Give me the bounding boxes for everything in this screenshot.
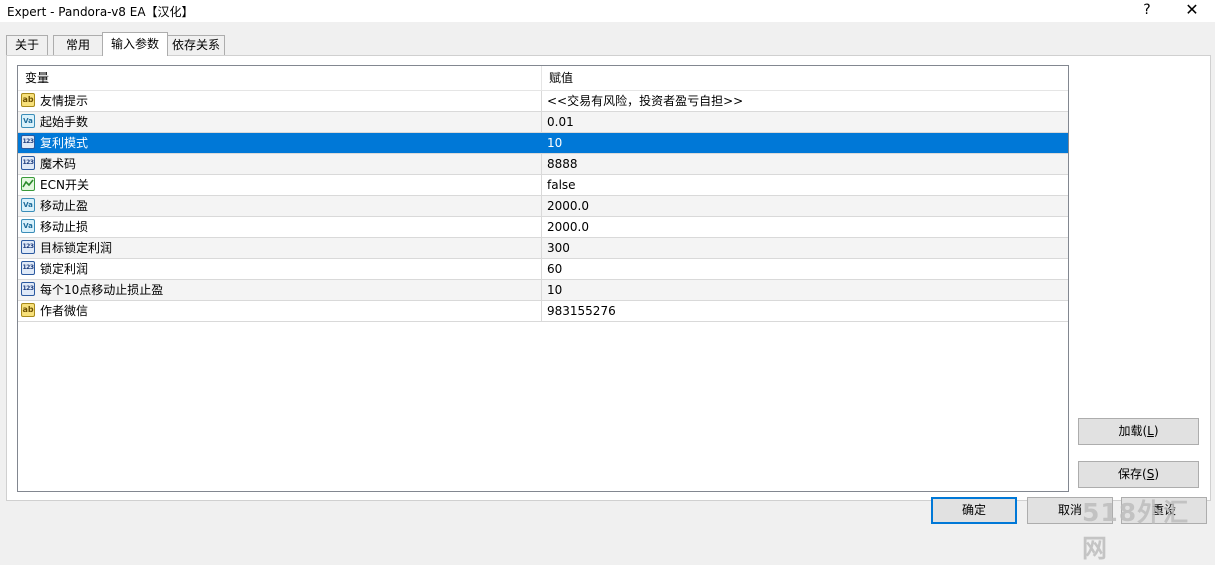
double-type-icon: Va [21, 219, 35, 233]
ok-button[interactable]: 确定 [931, 497, 1017, 524]
tab-dependencies[interactable]: 依存关系 [167, 35, 225, 55]
table-row[interactable]: ab 作者微信 983155276 [18, 301, 1068, 322]
parameter-name: 锁定利润 [40, 262, 89, 276]
parameter-value-cell[interactable]: 8888 [542, 154, 1068, 174]
tab-strip: 关于 常用 输入参数 依存关系 [6, 32, 1206, 56]
parameter-name: 友情提示 [40, 94, 89, 108]
parameter-value-cell[interactable]: 10 [542, 133, 1068, 153]
column-header-value[interactable]: 赋值 [542, 66, 1068, 90]
table-row[interactable]: ab 友情提示 <<交易有风险，投资者盈亏自担>> [18, 91, 1068, 112]
double-type-icon: Va [21, 198, 35, 212]
parameter-name-cell[interactable]: 123 魔术码 [18, 154, 542, 174]
integer-type-icon: 123 [21, 261, 35, 275]
column-header-variable[interactable]: 变量 [18, 66, 542, 90]
table-row[interactable]: 123 复利模式 10 [18, 133, 1068, 154]
string-type-icon: ab [21, 303, 35, 317]
parameter-value-cell[interactable]: <<交易有风险，投资者盈亏自担>> [542, 91, 1068, 111]
parameter-name-cell[interactable]: Va 移动止损 [18, 217, 542, 237]
parameter-name-cell[interactable]: 123 锁定利润 [18, 259, 542, 279]
parameter-value-cell[interactable]: 300 [542, 238, 1068, 258]
parameter-name: ECN开关 [40, 178, 89, 192]
table-row[interactable]: Va 移动止损 2000.0 [18, 217, 1068, 238]
integer-type-icon: 123 [21, 156, 35, 170]
parameter-value-cell[interactable]: 983155276 [542, 301, 1068, 321]
parameter-name-cell[interactable]: 123 目标锁定利润 [18, 238, 542, 258]
integer-type-icon: 123 [21, 240, 35, 254]
parameter-name-cell[interactable]: Va 移动止盈 [18, 196, 542, 216]
tab-common[interactable]: 常用 [53, 35, 103, 55]
parameter-name: 复利模式 [40, 136, 89, 150]
parameter-name: 魔术码 [40, 157, 77, 171]
parameter-name-cell[interactable]: 123 每个10点移动止损止盈 [18, 280, 542, 300]
grid-header: 变量 赋值 [18, 66, 1068, 91]
parameter-value-cell[interactable]: 2000.0 [542, 217, 1068, 237]
integer-type-icon: 123 [21, 282, 35, 296]
save-button[interactable]: 保存(S) [1078, 461, 1199, 488]
help-button[interactable]: ? [1130, 0, 1164, 22]
parameter-name: 目标锁定利润 [40, 241, 113, 255]
parameter-name: 每个10点移动止损止盈 [40, 283, 164, 297]
parameter-name-cell[interactable]: ab 友情提示 [18, 91, 542, 111]
parameters-grid[interactable]: 变量 赋值 ab 友情提示 <<交易有风险，投资者盈亏自担>> Va 起始手数 0.01 1… [17, 65, 1069, 492]
parameter-value-cell[interactable]: false [542, 175, 1068, 195]
parameter-name-cell[interactable]: ECN开关 [18, 175, 542, 195]
tab-about[interactable]: 关于 [6, 35, 48, 55]
tab-inputs[interactable]: 输入参数 [102, 32, 168, 56]
parameter-name: 起始手数 [40, 115, 89, 129]
parameter-name-cell[interactable]: ab 作者微信 [18, 301, 542, 321]
parameter-name-cell[interactable]: Va 起始手数 [18, 112, 542, 132]
table-row[interactable]: 123 每个10点移动止损止盈 10 [18, 280, 1068, 301]
parameter-value-cell[interactable]: 2000.0 [542, 196, 1068, 216]
bool-type-icon [21, 177, 35, 191]
parameter-value-cell[interactable]: 60 [542, 259, 1068, 279]
table-row[interactable]: Va 起始手数 0.01 [18, 112, 1068, 133]
watermark-logo: 518外汇网 [1082, 498, 1190, 563]
integer-type-icon: 123 [21, 135, 35, 149]
parameter-value-cell[interactable]: 10 [542, 280, 1068, 300]
double-type-icon: Va [21, 114, 35, 128]
title-bar: Expert - Pandora-v8 EA【汉化】 ? ✕ [0, 0, 1215, 22]
parameter-name: 作者微信 [40, 304, 89, 318]
table-row[interactable]: Va 移动止盈 2000.0 [18, 196, 1068, 217]
close-icon[interactable]: ✕ [1172, 0, 1212, 22]
parameter-name: 移动止盈 [40, 199, 89, 213]
parameter-name-cell[interactable]: 123 复利模式 [18, 133, 542, 153]
load-button[interactable]: 加载(L) [1078, 418, 1199, 445]
table-row[interactable]: 123 锁定利润 60 [18, 259, 1068, 280]
window-title: Expert - Pandora-v8 EA【汉化】 [7, 5, 194, 19]
parameter-name: 移动止损 [40, 220, 89, 234]
table-row[interactable]: 123 魔术码 8888 [18, 154, 1068, 175]
parameter-value-cell[interactable]: 0.01 [542, 112, 1068, 132]
table-row[interactable]: 123 目标锁定利润 300 [18, 238, 1068, 259]
table-row[interactable]: ECN开关 false [18, 175, 1068, 196]
string-type-icon: ab [21, 93, 35, 107]
